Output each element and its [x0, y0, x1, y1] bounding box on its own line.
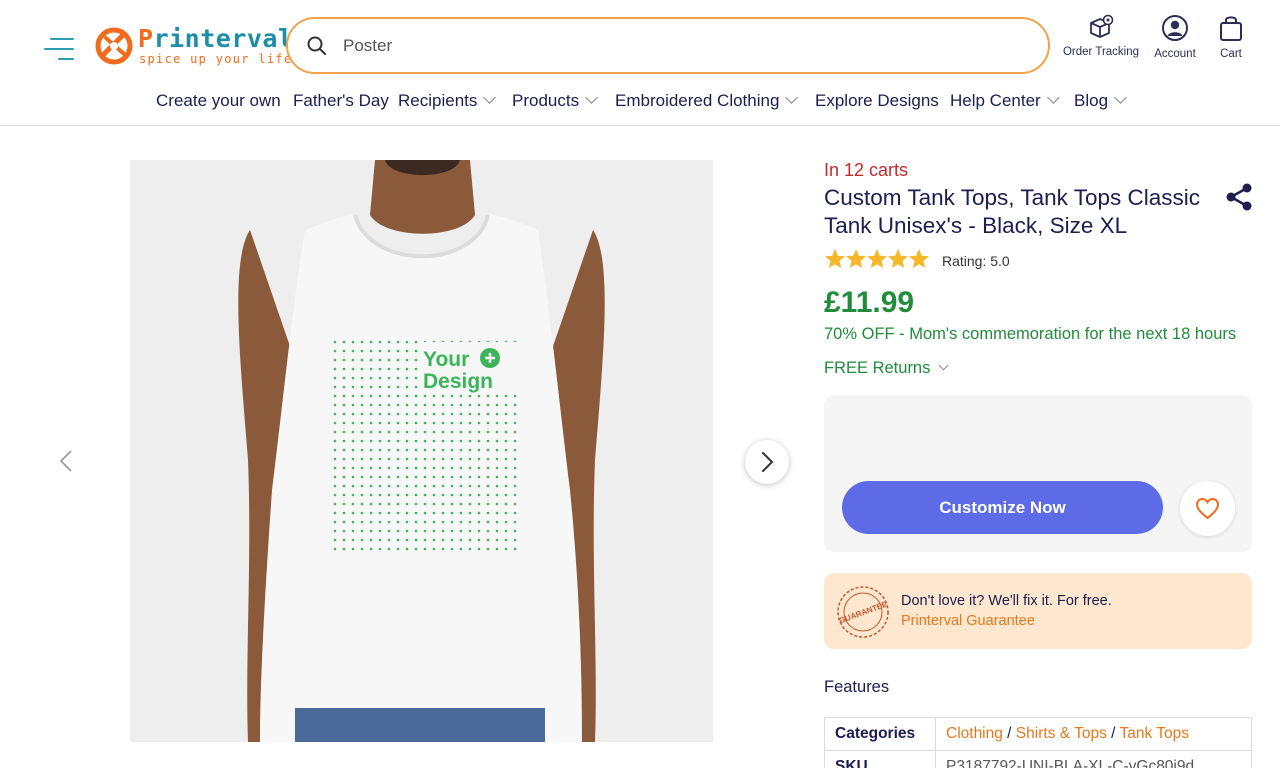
- customize-now-button[interactable]: Customize Now: [842, 481, 1163, 534]
- gallery-prev-arrow-icon[interactable]: [56, 448, 76, 474]
- nav-help-center[interactable]: Help Center: [950, 91, 1060, 111]
- features-table: Categories Clothing / Shirts & Tops / Ta…: [824, 717, 1252, 768]
- nav-create-your-own[interactable]: Create your own: [156, 91, 281, 111]
- guarantee-text: Don't love it? We'll fix it. For free.: [901, 593, 1112, 609]
- nav-blog[interactable]: Blog: [1074, 91, 1127, 111]
- logo-tagline: spice up your life: [139, 52, 293, 66]
- tank-top-photo: Your Design: [238, 160, 605, 742]
- order-tracking-button[interactable]: Order Tracking: [1058, 14, 1144, 58]
- your-design-line2: Design: [423, 370, 493, 393]
- chevron-down-icon: [483, 91, 497, 104]
- rating-text: Rating: 5.0: [942, 253, 1010, 269]
- nav-products[interactable]: Products: [512, 91, 598, 111]
- in-carts-label: In 12 carts: [824, 160, 909, 180]
- star-icon: [867, 249, 887, 268]
- nav-embroidered-clothing[interactable]: Embroidered Clothing: [615, 91, 799, 111]
- product-title: Custom Tank Tops, Tank Tops Classic Tank…: [824, 185, 1201, 238]
- table-row: SKU P3187792-UNI-BLA-XL-C-yGc80j9d: [824, 750, 1252, 768]
- account-button[interactable]: Account: [1148, 14, 1202, 60]
- search-input[interactable]: [343, 29, 1023, 62]
- nav-fathers-day[interactable]: Father's Day: [293, 91, 389, 111]
- chevron-down-icon: [785, 91, 799, 104]
- guarantee-badge-icon: GUARANTEE: [837, 586, 889, 638]
- search-bar: [286, 17, 1050, 74]
- category-link-clothing[interactable]: Clothing: [946, 725, 1003, 742]
- product-price: £11.99: [824, 286, 915, 319]
- chevron-down-icon: [585, 91, 598, 104]
- logo[interactable]: Printerval spice up your life: [94, 24, 293, 70]
- cart-label: Cart: [1220, 48, 1242, 60]
- logo-name: Printerval: [138, 24, 294, 53]
- nav-explore-designs[interactable]: Explore Designs: [815, 91, 939, 111]
- rating-stars: [825, 249, 929, 268]
- chevron-down-icon: [938, 360, 949, 371]
- your-design-line1: Your: [423, 348, 469, 371]
- gallery-next-button[interactable]: [745, 440, 789, 484]
- feature-value: Clothing / Shirts & Tops / Tank Tops: [935, 717, 1252, 751]
- logo-mark-icon: [95, 27, 133, 65]
- star-icon: [825, 249, 845, 268]
- guarantee-link[interactable]: Printerval Guarantee: [901, 613, 1035, 629]
- nav-label: Explore Designs: [815, 91, 939, 110]
- table-row: Categories Clothing / Shirts & Tops / Ta…: [824, 717, 1252, 751]
- wishlist-button[interactable]: [1180, 481, 1235, 536]
- nav-label: Recipients: [398, 91, 478, 110]
- free-returns-toggle[interactable]: FREE Returns: [824, 359, 949, 378]
- nav-label: Create your own: [156, 91, 281, 110]
- free-returns-label: FREE Returns: [824, 359, 931, 377]
- chevron-down-icon: [1046, 91, 1060, 104]
- search-icon[interactable]: [306, 35, 328, 57]
- site-header: Printerval spice up your life Order Trac…: [0, 0, 1280, 126]
- product-image: Your Design: [130, 160, 713, 742]
- features-heading: Features: [824, 678, 890, 696]
- package-location-icon: [1090, 14, 1114, 38]
- star-icon: [888, 249, 908, 268]
- shopping-bag-icon: [1220, 16, 1242, 41]
- main-nav: Create your own Father's Day Recipients …: [0, 88, 1280, 116]
- feature-key: Categories: [824, 717, 936, 751]
- nav-label: Blog: [1074, 91, 1109, 110]
- nav-recipients[interactable]: Recipients: [398, 91, 497, 111]
- heart-icon: [1195, 497, 1220, 520]
- feature-key: SKU: [824, 750, 936, 768]
- nav-label: Embroidered Clothing: [615, 91, 780, 110]
- nav-label: Help Center: [950, 91, 1041, 110]
- category-link-shirts-tops[interactable]: Shirts & Tops: [1016, 725, 1107, 742]
- nav-label: Father's Day: [293, 91, 389, 110]
- buy-box: Customize Now: [824, 395, 1252, 552]
- category-link-tank-tops[interactable]: Tank Tops: [1119, 725, 1189, 742]
- star-icon: [846, 249, 866, 268]
- cart-button[interactable]: Cart: [1206, 14, 1256, 60]
- order-tracking-label: Order Tracking: [1062, 46, 1140, 58]
- chevron-right-icon: [762, 452, 774, 472]
- user-circle-icon: [1162, 15, 1188, 41]
- promo-text: 70% OFF - Mom's commemoration for the ne…: [824, 325, 1237, 343]
- feature-value: P3187792-UNI-BLA-XL-C-yGc80j9d: [935, 750, 1252, 768]
- star-icon: [909, 249, 929, 268]
- nav-label: Products: [512, 91, 580, 110]
- menu-icon[interactable]: [44, 36, 74, 64]
- chevron-down-icon: [1114, 91, 1127, 104]
- account-label: Account: [1154, 48, 1196, 60]
- share-icon[interactable]: [1224, 182, 1254, 212]
- guarantee-banner: GUARANTEE Don't love it? We'll fix it. F…: [824, 573, 1252, 649]
